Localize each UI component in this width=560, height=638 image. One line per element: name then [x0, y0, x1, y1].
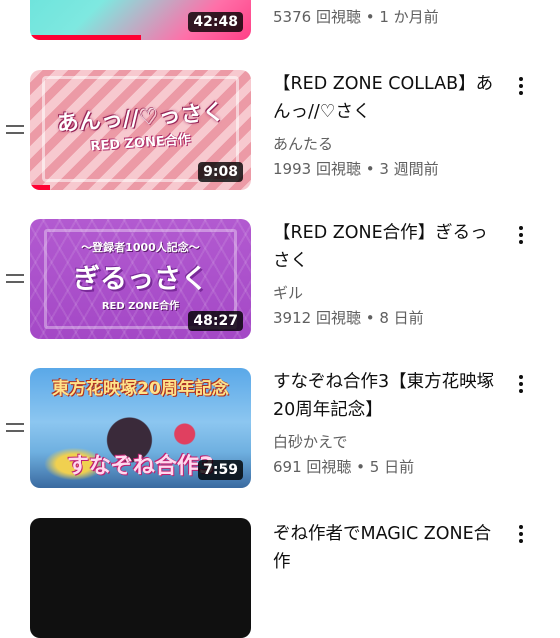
channel-name[interactable]: 白砂かえで — [273, 431, 348, 452]
thumbnail-title-text: 東方花映塚20周年記念 — [52, 379, 229, 399]
thumbnail-subtitle-text: RED ZONE合作 — [101, 301, 180, 312]
thumbnail-subtitle-text: ～登録者1000人記念～ — [81, 241, 200, 254]
thumbnail-title-text: ぎるっさく — [73, 264, 208, 295]
video-thumbnail[interactable]: 42:48 — [30, 0, 251, 40]
more-options-icon[interactable] — [512, 523, 530, 545]
channel-name[interactable]: あんたる — [273, 133, 333, 154]
video-meta: 5376 回視聴 • 1 か月前 — [273, 8, 439, 26]
video-thumbnail[interactable]: あんっ//♡っさく RED ZONE合作 9:08 — [30, 70, 251, 190]
video-duration: 48:27 — [188, 311, 243, 331]
video-meta: 1993 回視聴 • 3 週間前 — [273, 160, 439, 178]
watch-progress-bar — [30, 185, 50, 190]
video-title[interactable]: 【RED ZONE COLLAB】あんっ//♡さく — [273, 70, 503, 126]
video-duration: 42:48 — [188, 12, 243, 32]
video-duration: 9:08 — [198, 162, 243, 182]
more-options-icon[interactable] — [512, 373, 530, 395]
video-title[interactable]: 【RED ZONE合作】ぎるっさく — [273, 219, 503, 275]
video-thumbnail[interactable]: ～登録者1000人記念～ ぎるっさく RED ZONE合作 48:27 — [30, 219, 251, 339]
video-title[interactable]: ぞね作者でMAGIC ZONE合作 — [273, 520, 503, 576]
video-title[interactable]: すなぞね合作3【東方花映塚20周年記念】 — [273, 368, 503, 424]
video-thumbnail[interactable]: 東方花映塚20周年記念 すなぞね合作3 7:59 — [30, 368, 251, 488]
more-options-icon[interactable] — [512, 224, 530, 246]
drag-handle-icon[interactable] — [6, 125, 24, 135]
video-duration: 7:59 — [198, 460, 243, 480]
video-meta: 691 回視聴 • 5 日前 — [273, 458, 415, 476]
thumbnail-image — [30, 518, 251, 638]
video-thumbnail[interactable] — [30, 518, 251, 638]
drag-handle-icon[interactable] — [6, 423, 24, 433]
video-meta: 3912 回視聴 • 8 日前 — [273, 309, 424, 327]
more-options-icon[interactable] — [512, 75, 530, 97]
drag-handle-icon[interactable] — [6, 274, 24, 284]
watch-progress-bar — [30, 35, 141, 40]
channel-name[interactable]: ギル — [273, 282, 303, 303]
